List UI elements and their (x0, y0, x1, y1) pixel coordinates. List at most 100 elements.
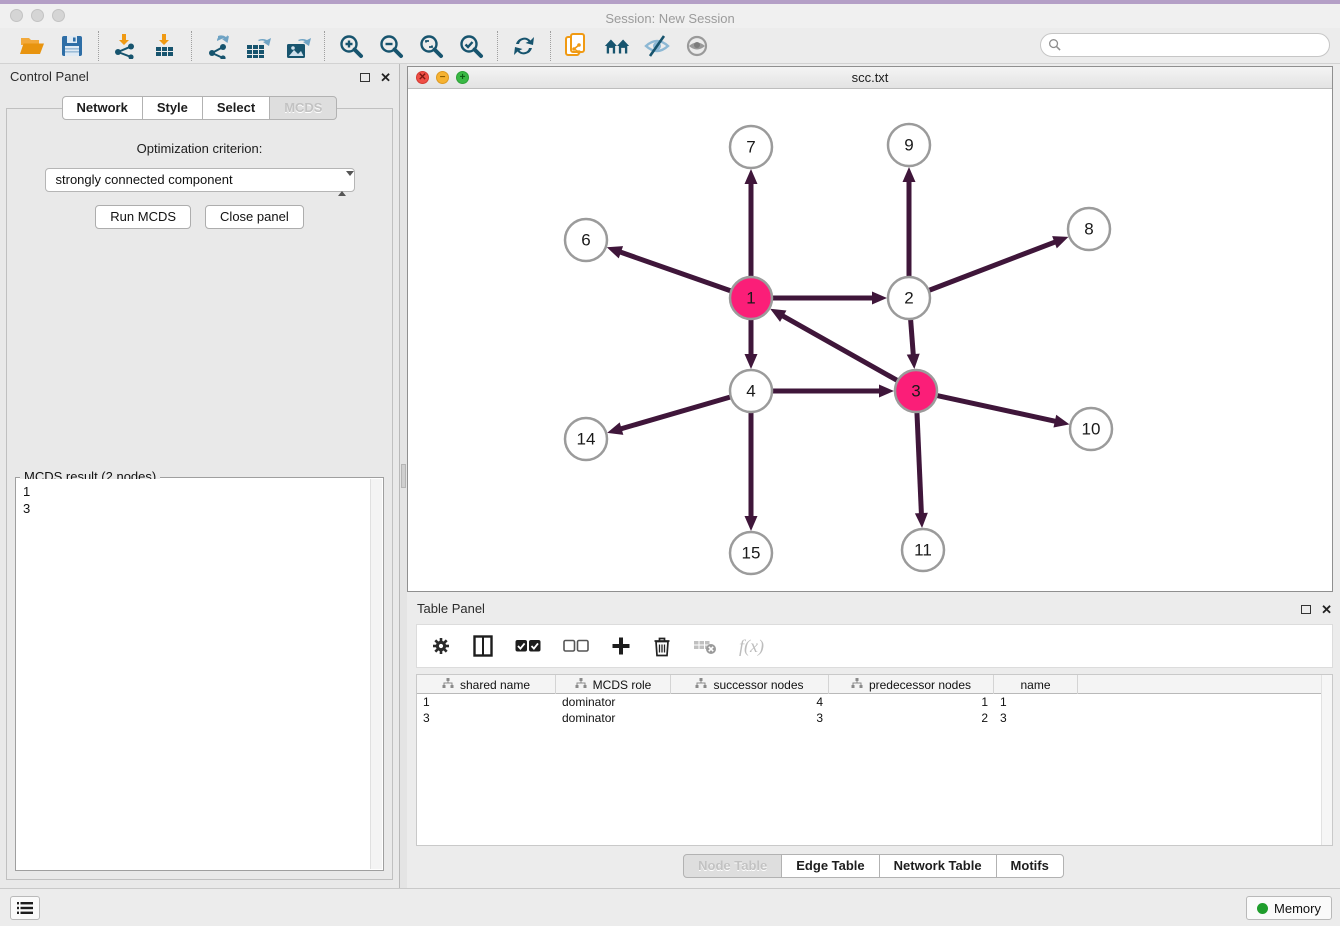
close-panel-icon[interactable]: ✕ (380, 71, 391, 84)
graph-edge-1-6[interactable] (607, 246, 731, 291)
table-tab-motifs[interactable]: Motifs (996, 854, 1064, 878)
column-header-successor-nodes[interactable]: successor nodes (671, 675, 829, 694)
import-network-icon[interactable] (111, 32, 139, 60)
function-builder-icon[interactable]: f(x) (739, 636, 764, 657)
zoom-selected-icon[interactable] (457, 32, 485, 60)
memory-button[interactable]: Memory (1246, 896, 1332, 920)
graph-edge-4-14[interactable] (607, 397, 731, 435)
graph-node-3[interactable]: 3 (895, 370, 937, 412)
network-zoom-button[interactable]: + (456, 71, 469, 84)
table-cell[interactable]: dominator (556, 710, 671, 726)
column-header-shared-name[interactable]: shared name (417, 675, 556, 694)
export-network-icon[interactable] (204, 32, 232, 60)
graph-edge-3-10[interactable] (937, 395, 1070, 427)
zoom-fit-icon[interactable] (417, 32, 445, 60)
column-header-predecessor-nodes[interactable]: predecessor nodes (829, 675, 994, 694)
graph-node-8[interactable]: 8 (1068, 208, 1110, 250)
table-cell[interactable]: 2 (829, 710, 994, 726)
export-table-icon[interactable] (244, 32, 272, 60)
tab-mcds[interactable]: MCDS (269, 96, 337, 120)
graph-node-2[interactable]: 2 (888, 277, 930, 319)
network-window-titlebar[interactable]: ✕ − + scc.txt (408, 67, 1332, 89)
graph-node-4[interactable]: 4 (730, 370, 772, 412)
table-tab-edge-table[interactable]: Edge Table (781, 854, 879, 878)
table-cell[interactable]: dominator (556, 694, 671, 710)
show-all-icon[interactable] (683, 32, 711, 60)
first-neighbors-icon[interactable] (603, 32, 631, 60)
table-cell[interactable]: 1 (829, 694, 994, 710)
graph-node-7[interactable]: 7 (730, 126, 772, 168)
float-panel-icon[interactable] (360, 73, 370, 82)
table-row[interactable]: 3dominator323 (417, 710, 1332, 726)
table-row[interactable]: 1dominator411 (417, 694, 1332, 710)
table-cell[interactable]: 3 (417, 710, 556, 726)
graph-node-9[interactable]: 9 (888, 124, 930, 166)
graph-node-10[interactable]: 10 (1070, 408, 1112, 450)
search-input[interactable] (1040, 33, 1330, 57)
result-scrollbar[interactable] (370, 479, 382, 869)
refresh-icon[interactable] (510, 32, 538, 60)
graph-node-15[interactable]: 15 (730, 532, 772, 574)
table-cell[interactable]: 3 (671, 710, 829, 726)
table-cell[interactable]: 3 (994, 710, 1078, 726)
zoom-out-icon[interactable] (377, 32, 405, 60)
export-image-icon[interactable] (284, 32, 312, 60)
graph-edge-3-11[interactable] (915, 412, 928, 528)
graph-edge-2-9[interactable] (903, 167, 916, 277)
splitter-grip[interactable] (401, 464, 406, 488)
graph-edge-3-1[interactable] (770, 309, 898, 381)
graph-edge-4-15[interactable] (745, 412, 758, 531)
close-table-panel-icon[interactable]: ✕ (1321, 603, 1332, 616)
split-view-icon[interactable] (473, 635, 493, 657)
tab-select[interactable]: Select (202, 96, 270, 120)
network-minimize-button[interactable]: − (436, 71, 449, 84)
panel-splitter[interactable] (400, 64, 407, 888)
tab-network[interactable]: Network (62, 96, 143, 120)
optimization-criterion-select[interactable]: strongly connected component (45, 168, 355, 192)
graph-node-6[interactable]: 6 (565, 219, 607, 261)
graph-edge-2-3[interactable] (907, 319, 920, 369)
table-tab-node-table[interactable]: Node Table (683, 854, 782, 878)
delete-table-icon[interactable] (693, 637, 717, 655)
control-panel-title: Control Panel (10, 69, 89, 84)
search-icon (1048, 38, 1061, 51)
graph-edge-4-3[interactable] (772, 385, 894, 398)
deselect-all-icon[interactable] (563, 639, 589, 653)
graph-node-label: 9 (904, 136, 913, 155)
table-cell[interactable]: 1 (994, 694, 1078, 710)
graph-node-label: 6 (581, 231, 590, 250)
network-graph[interactable]: 7 9 6 8 1 2 4 3 14 10 15 11 (408, 89, 1332, 592)
import-table-icon[interactable] (151, 32, 179, 60)
column-header-mcds-role[interactable]: MCDS role (556, 675, 671, 694)
node-table: shared nameMCDS rolesuccessor nodesprede… (416, 674, 1333, 846)
graph-node-11[interactable]: 11 (902, 529, 944, 571)
graph-edge-1-7[interactable] (745, 169, 758, 277)
add-column-icon[interactable] (611, 636, 631, 656)
table-tab-network-table[interactable]: Network Table (879, 854, 997, 878)
delete-column-icon[interactable] (653, 636, 671, 657)
save-session-icon[interactable] (58, 32, 86, 60)
tab-style[interactable]: Style (142, 96, 203, 120)
network-canvas[interactable]: 7 9 6 8 1 2 4 3 14 10 15 11 (408, 89, 1332, 591)
graph-node-1[interactable]: 1 (730, 277, 772, 319)
table-cell[interactable]: 1 (417, 694, 556, 710)
float-table-panel-icon[interactable] (1301, 605, 1311, 614)
graph-edge-1-4[interactable] (745, 319, 758, 369)
zoom-in-icon[interactable] (337, 32, 365, 60)
duplicate-network-icon[interactable] (563, 32, 591, 60)
network-close-button[interactable]: ✕ (416, 71, 429, 84)
table-settings-icon[interactable] (431, 636, 451, 656)
table-cell[interactable]: 4 (671, 694, 829, 710)
task-history-button[interactable] (10, 896, 40, 920)
select-all-icon[interactable] (515, 639, 541, 653)
hide-selected-icon[interactable] (643, 32, 671, 60)
open-session-icon[interactable] (18, 32, 46, 60)
column-header-name[interactable]: name (994, 675, 1078, 694)
graph-node-14[interactable]: 14 (565, 418, 607, 460)
close-panel-button[interactable]: Close panel (205, 205, 304, 229)
table-scrollbar[interactable] (1321, 675, 1332, 845)
graph-edge-1-2[interactable] (772, 292, 887, 305)
mcds-result-text[interactable]: 1 3 (17, 479, 370, 869)
run-mcds-button[interactable]: Run MCDS (95, 205, 191, 229)
graph-edge-2-8[interactable] (929, 236, 1069, 290)
